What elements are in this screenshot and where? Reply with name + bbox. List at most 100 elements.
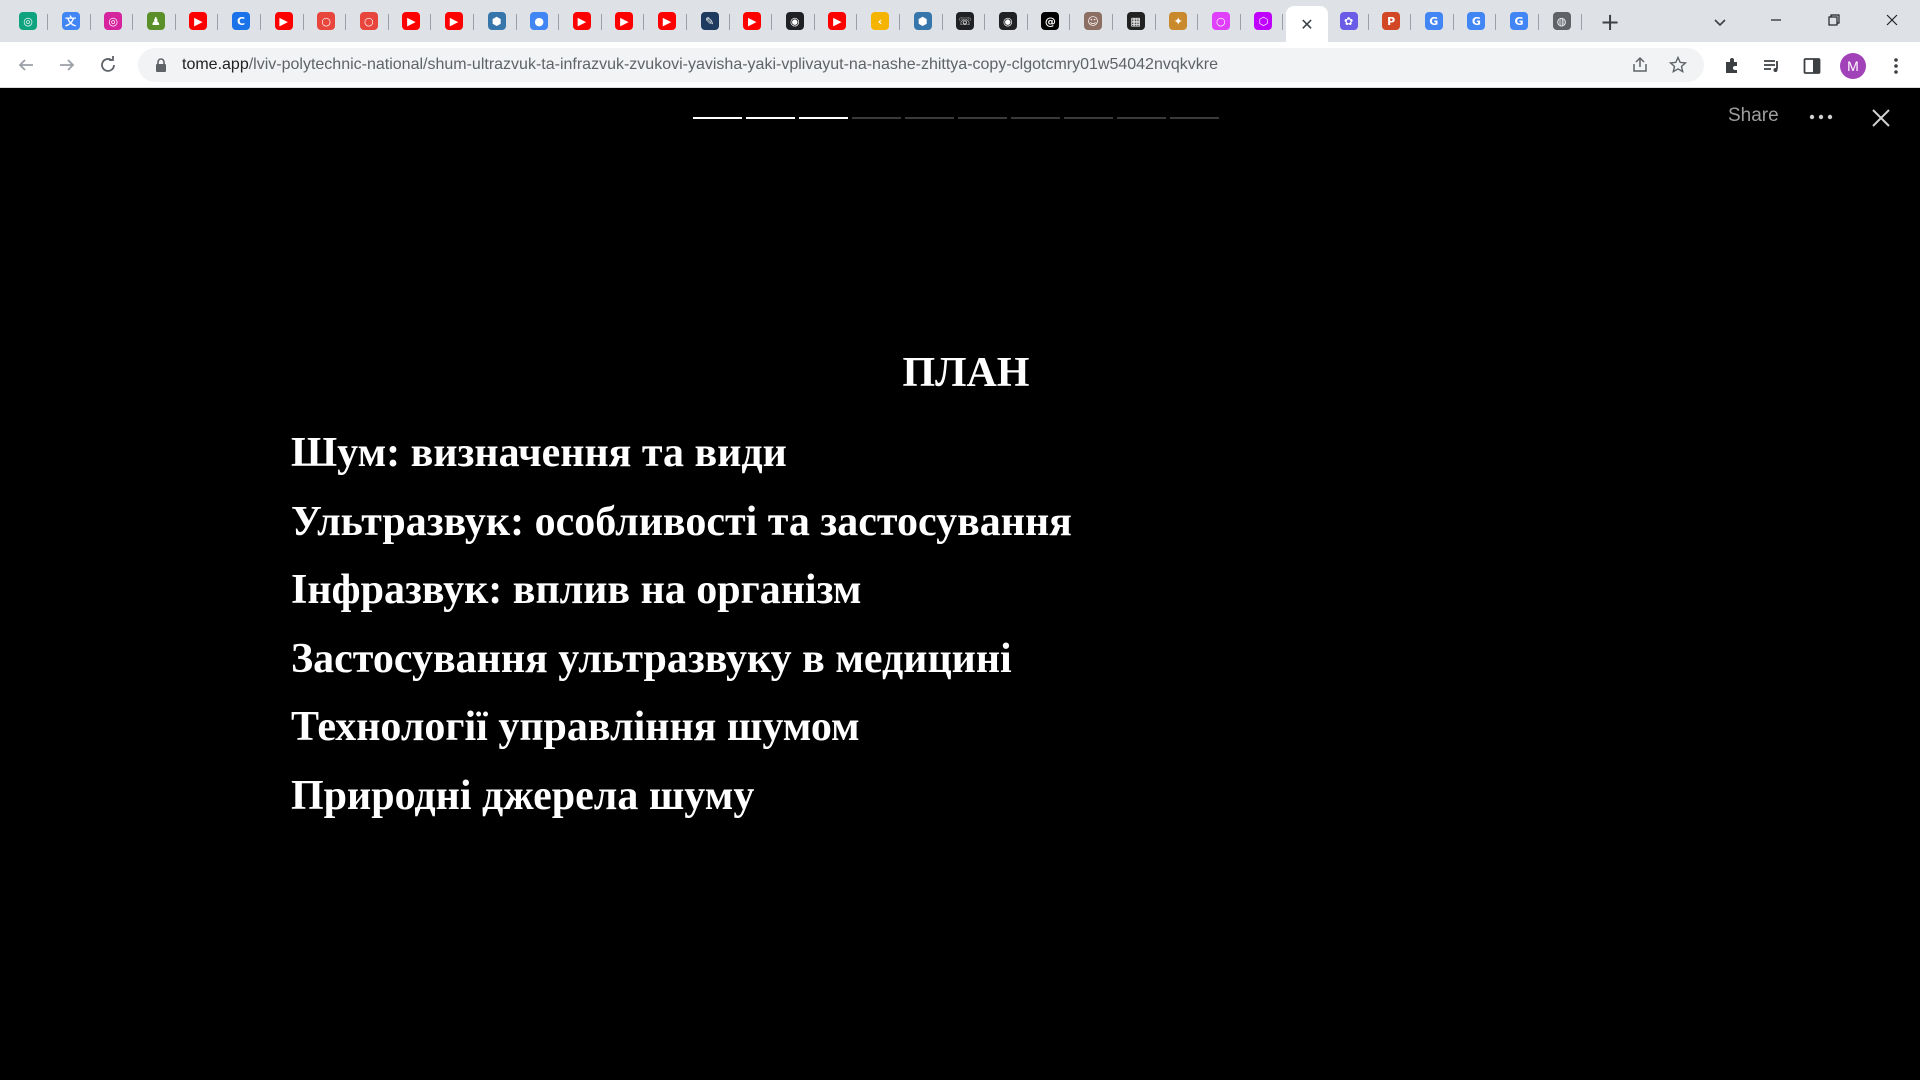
plan-item: Шум: визначення та види — [291, 430, 787, 476]
tab-separator — [345, 14, 347, 30]
tab-separator — [1367, 14, 1369, 30]
progress-segment[interactable] — [746, 117, 795, 119]
menu-dots-icon[interactable] — [1885, 55, 1907, 77]
c-icon: C — [232, 12, 250, 30]
side-panel-icon[interactable] — [1801, 55, 1823, 77]
globe-icon: ◉ — [998, 12, 1017, 30]
progress-segment[interactable] — [852, 117, 901, 119]
tab-strip: + ◎ 文 ◎ ♟ ▶ C ▶ ○ ○ ▶ ▶ ⬢ ● ▶ ▶ ▶ ✎ ▶ ◉ ▶ ‹ ⬢ ☏ ◉ @ ☺ ▦ ✦ ○ ⬡ ✕ ✿ P G G G ◍ — [0, 0, 1920, 42]
share-page-icon[interactable] — [1630, 55, 1650, 75]
media-controls-icon[interactable] — [1761, 55, 1783, 77]
browser-tab[interactable]: P — [1371, 6, 1412, 36]
browser-tab[interactable]: ◎ — [93, 6, 134, 36]
tab-separator — [1452, 14, 1454, 30]
youtube-icon: ▶ — [743, 12, 762, 30]
tab-search-button[interactable] — [1706, 8, 1734, 36]
close-tab-icon[interactable]: ✕ — [1300, 15, 1313, 34]
close-presentation-button[interactable] — [1870, 107, 1892, 129]
browser-tab[interactable]: ▶ — [391, 6, 432, 36]
browser-tab[interactable]: ‹ — [860, 6, 900, 36]
address-bar[interactable]: tome.app/lviv-polytechnic-national/shum-… — [138, 48, 1704, 82]
tab-separator — [217, 14, 219, 30]
browser-tab[interactable]: 文 — [51, 6, 91, 36]
reload-button[interactable] — [92, 49, 124, 81]
browser-tab[interactable]: ✿ — [1329, 6, 1369, 36]
url-text[interactable]: tome.app/lviv-polytechnic-national/shum-… — [182, 56, 1622, 74]
progress-segment[interactable] — [693, 117, 742, 119]
docs-icon: ✎ — [700, 12, 719, 30]
profile-avatar[interactable]: M — [1840, 53, 1866, 79]
browser-tab[interactable]: ▶ — [647, 6, 687, 36]
minimize-button[interactable] — [1752, 0, 1800, 40]
browser-tab[interactable]: @ — [1030, 6, 1071, 36]
browser-tab[interactable]: ▶ — [434, 6, 474, 36]
powerpoint-icon: P — [1382, 12, 1401, 30]
browser-tab[interactable]: ▶ — [178, 6, 219, 36]
browser-tab[interactable]: ☺ — [1073, 6, 1113, 36]
plan-item: Інфразвук: вплив на організм — [291, 567, 862, 613]
tab-separator — [1538, 14, 1539, 30]
browser-tab[interactable]: ◎ — [8, 6, 48, 36]
close-window-button[interactable] — [1868, 0, 1916, 40]
slide-title: ПЛАН — [902, 350, 1030, 396]
browser-tab[interactable]: ✦ — [1158, 6, 1199, 36]
browser-tab[interactable]: ● — [519, 6, 560, 36]
tab-separator — [1239, 14, 1241, 30]
plan-item: Технології управління шумом — [291, 704, 860, 750]
reload-icon — [101, 56, 115, 72]
progress-segment[interactable] — [1117, 117, 1166, 119]
pieces-icon: ✦ — [1169, 12, 1188, 30]
browser-tab[interactable]: ✎ — [690, 6, 730, 36]
browser-tab[interactable]: ▶ — [562, 6, 602, 36]
tab-separator — [1069, 14, 1071, 30]
browser-tab[interactable]: ○ — [306, 6, 347, 36]
more-options-button[interactable] — [1806, 105, 1836, 129]
progress-segment[interactable] — [958, 117, 1007, 119]
browser-tab[interactable]: ▶ — [264, 6, 304, 36]
progress-segment[interactable] — [1064, 117, 1113, 119]
browser-tab[interactable]: ♟ — [136, 6, 176, 36]
ring-icon: ○ — [317, 12, 336, 30]
tab-separator — [1580, 14, 1582, 30]
tab-separator — [1197, 14, 1199, 30]
browser-tab[interactable]: G — [1414, 6, 1454, 36]
youtube-icon: ▶ — [615, 12, 634, 30]
browser-toolbar: tome.app/lviv-polytechnic-national/shum-… — [0, 42, 1920, 88]
browser-tab[interactable]: ◉ — [775, 6, 815, 36]
browser-tab[interactable]: ◉ — [988, 6, 1028, 36]
progress-segment[interactable] — [1011, 117, 1060, 119]
progress-segment[interactable] — [905, 117, 954, 119]
browser-tab[interactable]: ☏ — [945, 6, 986, 36]
plan-item: Природні джерела шуму — [291, 772, 755, 819]
browser-tab[interactable]: ◍ — [1542, 6, 1582, 36]
browser-tab[interactable]: C — [221, 6, 261, 36]
ring-icon: ○ — [359, 12, 378, 30]
phone-icon: ☏ — [956, 12, 975, 30]
progress-segment[interactable] — [1170, 117, 1219, 119]
youtube-icon: ▶ — [274, 12, 293, 30]
restore-button[interactable] — [1810, 0, 1858, 40]
active-tab[interactable]: ✕ — [1286, 6, 1328, 42]
browser-tab[interactable]: G — [1456, 6, 1497, 36]
browser-tab[interactable]: ⬡ — [1243, 6, 1284, 36]
lock-icon[interactable] — [154, 58, 168, 72]
back-button[interactable] — [10, 49, 42, 81]
browser-tab[interactable]: G — [1499, 6, 1539, 36]
close-icon — [1886, 14, 1898, 26]
browser-tab[interactable]: ⬢ — [477, 6, 517, 36]
forward-button[interactable] — [51, 49, 83, 81]
progress-segment[interactable] — [799, 117, 848, 119]
tab-separator — [473, 14, 474, 30]
extensions-icon[interactable] — [1721, 55, 1743, 77]
browser-tab[interactable]: ⬢ — [903, 6, 943, 36]
browser-tab[interactable]: ▶ — [732, 6, 773, 36]
url-path: /lviv-polytechnic-national/shum-ultrazvu… — [248, 56, 1218, 73]
browser-tab[interactable]: ▦ — [1116, 6, 1156, 36]
bookmark-star-icon[interactable] — [1668, 55, 1688, 75]
browser-tab[interactable]: ○ — [1201, 6, 1241, 36]
browser-tab[interactable]: ▶ — [604, 6, 645, 36]
new-tab-button[interactable]: + — [1596, 8, 1624, 36]
browser-tab[interactable]: ○ — [349, 6, 389, 36]
browser-tab[interactable]: ▶ — [817, 6, 858, 36]
share-button[interactable]: Share — [1728, 105, 1779, 127]
